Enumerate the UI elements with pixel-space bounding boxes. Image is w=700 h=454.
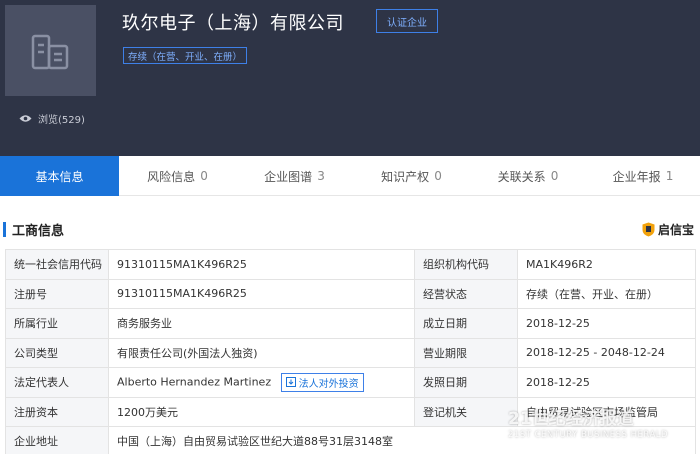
view-count-label: 浏览(529) bbox=[38, 115, 85, 126]
field-value: 1200万美元 bbox=[108, 396, 415, 427]
field-value: 2018-12-25 bbox=[517, 367, 696, 398]
table-row: 所属行业 商务服务业 成立日期 2018-12-25 bbox=[5, 308, 696, 339]
eye-icon bbox=[19, 115, 32, 122]
company-name: 玖尔电子（上海）有限公司 bbox=[122, 13, 344, 34]
certify-enterprise-button[interactable]: 认证企业 bbox=[376, 9, 438, 33]
table-row: 注册号 91310115MA1K496R25 经营状态 存续（在营、开业、在册） bbox=[5, 278, 696, 309]
business-status-badge: 存续（在营、开业、在册） bbox=[123, 47, 248, 64]
tab-label: 基本信息 bbox=[35, 169, 84, 184]
section-header: 工商信息 启信宝 bbox=[0, 214, 700, 244]
table-row: 统一社会信用代码 91310115MA1K496R25 组织机构代码 MA1K4… bbox=[5, 249, 696, 280]
tab-count: 0 bbox=[550, 169, 559, 183]
field-label: 经营状态 bbox=[414, 278, 518, 309]
tab-count: 0 bbox=[200, 169, 208, 183]
qixinbao-logo: 启信宝 bbox=[642, 221, 694, 238]
field-label: 企业地址 bbox=[5, 426, 109, 454]
field-value: 中国（上海）自由贸易试验区世纪大道88号31层3148室 bbox=[108, 426, 696, 454]
tab-intellectual-property[interactable]: 知识产权 0 bbox=[353, 156, 470, 196]
company-header: 浏览(529) 玖尔电子（上海）有限公司 认证企业 存续（在营、开业、在册） bbox=[0, 0, 700, 156]
field-label: 成立日期 bbox=[414, 308, 518, 339]
tab-count: 3 bbox=[317, 169, 325, 183]
field-label: 营业期限 bbox=[414, 337, 518, 368]
tab-count: 1 bbox=[665, 169, 674, 183]
field-label: 注册资本 bbox=[5, 396, 109, 427]
tab-label: 关联关系 bbox=[497, 169, 546, 184]
field-value: MA1K496R2 bbox=[517, 249, 696, 280]
table-row: 法定代表人 Alberto Hernandez Martinez 法人对外投资 … bbox=[5, 367, 696, 398]
field-value: 存续（在营、开业、在册） bbox=[517, 278, 696, 309]
field-label: 公司类型 bbox=[5, 337, 109, 368]
tab-label: 风险信息 bbox=[147, 169, 196, 184]
field-label: 所属行业 bbox=[5, 308, 109, 339]
tab-label: 知识产权 bbox=[381, 169, 430, 184]
legal-person-investment-button[interactable]: 法人对外投资 bbox=[280, 372, 364, 392]
field-value: 91310115MA1K496R25 bbox=[108, 278, 415, 309]
field-label: 发照日期 bbox=[414, 367, 518, 398]
detail-tabs: 基本信息 风险信息 0 企业图谱 3 知识产权 0 关联关系 0 企业年报 1 bbox=[0, 156, 700, 196]
field-value: Alberto Hernandez Martinez bbox=[117, 375, 272, 389]
tab-label: 企业年报 bbox=[612, 169, 661, 184]
field-label: 统一社会信用代码 bbox=[5, 249, 109, 280]
field-value: 自由贸易试验区市场监管局 bbox=[517, 396, 696, 427]
tab-annual-report[interactable]: 企业年报 1 bbox=[586, 156, 700, 196]
brand-name: 启信宝 bbox=[657, 223, 694, 237]
shield-icon bbox=[642, 222, 655, 237]
table-row: 企业地址 中国（上海）自由贸易试验区世纪大道88号31层3148室 bbox=[5, 426, 696, 454]
field-label: 法定代表人 bbox=[5, 367, 109, 398]
tab-label: 企业图谱 bbox=[264, 169, 313, 184]
table-row: 注册资本 1200万美元 登记机关 自由贸易试验区市场监管局 bbox=[5, 396, 696, 427]
building-icon bbox=[31, 34, 69, 70]
legal-representative-cell: Alberto Hernandez Martinez 法人对外投资 bbox=[108, 367, 415, 398]
tab-relations[interactable]: 关联关系 0 bbox=[470, 156, 586, 196]
field-value: 商务服务业 bbox=[108, 308, 415, 339]
tab-risk-info[interactable]: 风险信息 0 bbox=[119, 156, 236, 196]
tab-enterprise-graph[interactable]: 企业图谱 3 bbox=[236, 156, 353, 196]
field-label: 注册号 bbox=[5, 278, 109, 309]
view-count: 浏览(529) bbox=[19, 111, 85, 126]
business-info-table: 统一社会信用代码 91310115MA1K496R25 组织机构代码 MA1K4… bbox=[5, 249, 696, 454]
field-value: 91310115MA1K496R25 bbox=[108, 249, 415, 280]
tab-count: 0 bbox=[434, 169, 442, 183]
investment-label: 法人对外投资 bbox=[298, 378, 359, 390]
section-accent-bar bbox=[3, 222, 6, 237]
table-row: 公司类型 有限责任公司(外国法人独资) 营业期限 2018-12-25 - 20… bbox=[5, 337, 696, 368]
field-label: 组织机构代码 bbox=[414, 249, 518, 280]
tab-basic-info[interactable]: 基本信息 bbox=[0, 156, 119, 196]
company-logo-placeholder bbox=[5, 5, 96, 96]
field-label: 登记机关 bbox=[414, 396, 518, 427]
section-title: 工商信息 bbox=[12, 224, 65, 239]
investment-icon bbox=[285, 377, 296, 388]
field-value: 2018-12-25 - 2048-12-24 bbox=[517, 337, 696, 368]
field-value: 有限责任公司(外国法人独资) bbox=[108, 337, 415, 368]
field-value: 2018-12-25 bbox=[517, 308, 696, 339]
